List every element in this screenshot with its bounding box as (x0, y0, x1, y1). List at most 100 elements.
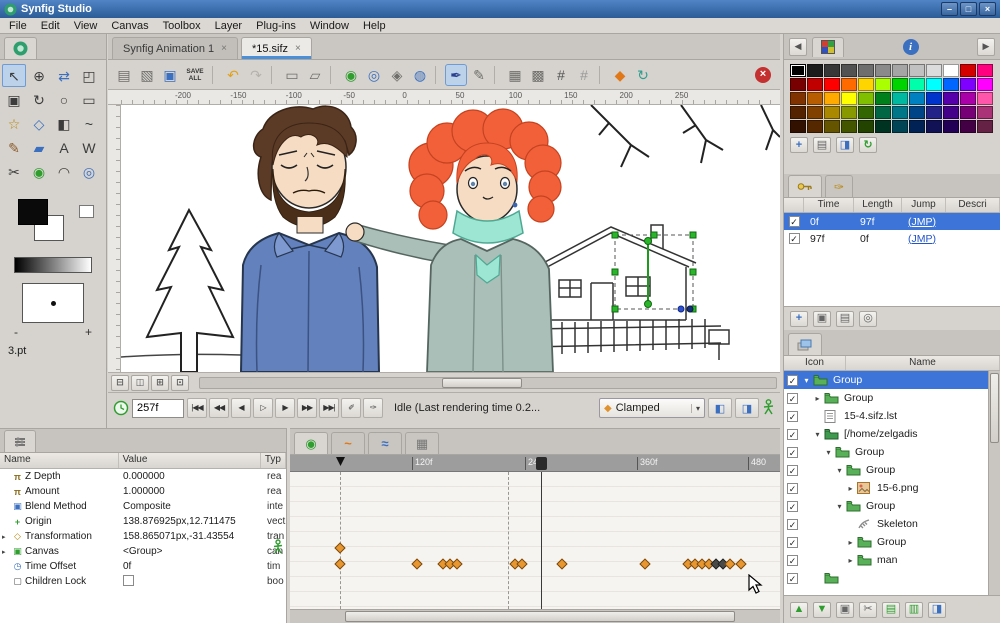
panel-nav-left-icon[interactable]: ◀ (789, 37, 807, 56)
layer-checkbox[interactable]: ✓ (787, 446, 798, 458)
toggle-background-render-button[interactable]: ⊟ (111, 374, 129, 391)
palette-swatch[interactable] (790, 64, 806, 77)
palette-swatch[interactable] (892, 106, 908, 119)
layer-row[interactable]: ✓ ▸ man (784, 551, 988, 569)
keyframe-jump-link[interactable]: (JMP) (902, 216, 946, 228)
current-time-input[interactable] (132, 398, 184, 418)
expander-icon[interactable]: ▸ (846, 556, 855, 565)
palette-swatch[interactable] (977, 92, 993, 105)
param-row[interactable]: π Amount 1.000000 rea (0, 484, 286, 499)
tool-transform[interactable]: ↖ (2, 64, 26, 87)
canvas-h-scrollbar[interactable] (199, 376, 777, 389)
add-keyframe-button[interactable]: + (790, 310, 808, 327)
palette-swatch[interactable] (824, 106, 840, 119)
menu-toolbox[interactable]: Toolbox (156, 20, 208, 32)
menu-canvas[interactable]: Canvas (104, 20, 155, 32)
palette-swatch[interactable] (824, 64, 840, 77)
onion-keyframes-button[interactable]: # (573, 64, 595, 86)
layers-scrollbar[interactable] (988, 371, 1000, 595)
onion-skin-button[interactable]: # (550, 64, 572, 86)
tab-timetrack[interactable]: ◉ (294, 432, 328, 454)
layer-row[interactable]: ✓ ▾ Group (784, 371, 988, 389)
tool-draw[interactable]: ✎ (2, 136, 26, 159)
palette-swatch[interactable] (790, 106, 806, 119)
tool-scale[interactable]: ◰ (77, 64, 101, 87)
menu-plug-ins[interactable]: Plug-ins (249, 20, 303, 32)
future-onion-button[interactable]: ◨ (735, 398, 759, 418)
toggle-preview-button[interactable]: ⊡ (171, 374, 189, 391)
keyframes-header-check[interactable] (784, 198, 804, 212)
palette-swatch[interactable] (841, 64, 857, 77)
palette-swatch[interactable] (977, 106, 993, 119)
render-options-button[interactable]: ◍ (409, 64, 431, 86)
tool-gradient[interactable]: ◧ (52, 112, 76, 135)
tool-width[interactable]: W (77, 136, 101, 159)
increase-brush-button[interactable]: + (85, 325, 92, 339)
toggle-onion-skin-button[interactable]: ⊞ (151, 374, 169, 391)
next-keyframe-button[interactable]: ▶▶ (297, 398, 317, 418)
undo-button[interactable]: ↶ (222, 64, 244, 86)
expander-icon[interactable]: ▾ (802, 376, 811, 385)
palette-swatch[interactable] (926, 78, 942, 91)
menu-window[interactable]: Window (303, 20, 356, 32)
palette-swatch[interactable] (943, 120, 959, 133)
tab-palette[interactable] (812, 36, 844, 57)
param-row[interactable]: ▢ Children Lock boo (0, 574, 286, 589)
keyframe-diamond[interactable] (556, 558, 568, 570)
tool-zoom[interactable]: ◎ (77, 160, 101, 183)
new-document-button[interactable]: ▤ (113, 64, 135, 86)
v-ruler[interactable] (108, 105, 121, 372)
layer-checkbox[interactable]: ✓ (787, 536, 798, 548)
snap-grid-button[interactable]: ▩ (527, 64, 549, 86)
canvas-tab[interactable]: *15.sifz × (240, 37, 312, 59)
tab-drafts[interactable]: ✑ (825, 175, 854, 197)
layer-checkbox[interactable]: ✓ (787, 374, 798, 386)
palette-swatch[interactable] (960, 78, 976, 91)
lock-past-keyframe-button[interactable]: ✐ (341, 398, 361, 418)
expander-icon[interactable]: ▾ (835, 466, 844, 475)
keyframe-diamond[interactable] (516, 558, 528, 570)
keyframe-diamond[interactable] (334, 542, 346, 554)
expander-icon[interactable]: ▸ (2, 533, 10, 541)
expander-icon[interactable]: ▾ (835, 502, 844, 511)
palette-swatch[interactable] (926, 120, 942, 133)
tab-close-icon[interactable]: × (221, 43, 227, 54)
minimize-button[interactable]: – (941, 2, 958, 16)
play-button[interactable]: ▷ (253, 398, 273, 418)
palette-swatch[interactable] (960, 106, 976, 119)
maximize-button[interactable]: □ (960, 2, 977, 16)
stop-render-button[interactable]: × (755, 66, 771, 83)
menu-help[interactable]: Help (356, 20, 393, 32)
zoom-tool-button[interactable]: ◎ (363, 64, 385, 86)
param-row[interactable]: ▸ ◇ Transformation 158.865071px,-31.43554 tr… (0, 529, 286, 544)
background-render-button[interactable]: ◆ (609, 64, 631, 86)
close-button[interactable]: × (979, 2, 996, 16)
layer-row[interactable]: ✓ ▾ Group (784, 461, 988, 479)
layer-checkbox[interactable]: ✓ (787, 428, 798, 440)
tool-smooth-move[interactable]: ⊕ (27, 64, 51, 87)
palette-swatch[interactable] (943, 106, 959, 119)
canvas-area[interactable] (121, 105, 780, 372)
palette-swatch[interactable] (875, 64, 891, 77)
tool-mirror[interactable]: ⇄ (52, 64, 76, 87)
menu-view[interactable]: View (67, 20, 105, 32)
palette-swatch[interactable] (960, 120, 976, 133)
group-layers-button[interactable]: ▣ (836, 601, 854, 618)
decrease-brush-button[interactable]: - (14, 325, 18, 339)
palette-swatch[interactable] (790, 120, 806, 133)
tool-fill[interactable]: ▰ (27, 136, 51, 159)
expander-icon[interactable]: ▸ (813, 394, 822, 403)
open-palette-button[interactable]: ▤ (813, 137, 831, 153)
preview-options-button[interactable]: ◈ (386, 64, 408, 86)
palette-swatch[interactable] (841, 106, 857, 119)
palette-swatch[interactable] (858, 120, 874, 133)
menu-edit[interactable]: Edit (34, 20, 67, 32)
interpolation-dropdown[interactable]: ◆ Clamped ▾ (599, 398, 705, 418)
palette-swatch[interactable] (977, 64, 993, 77)
h-ruler[interactable]: -200 -150 -100 -50 0 50 100 150 200 250 (108, 90, 780, 105)
refresh-palette-button[interactable]: ↻ (859, 137, 877, 153)
add-color-button[interactable]: + (790, 137, 808, 153)
animate-mode-icon[interactable] (762, 398, 775, 418)
brush-preview[interactable] (22, 283, 84, 323)
tool-duplicate[interactable]: ▣ (2, 88, 26, 111)
